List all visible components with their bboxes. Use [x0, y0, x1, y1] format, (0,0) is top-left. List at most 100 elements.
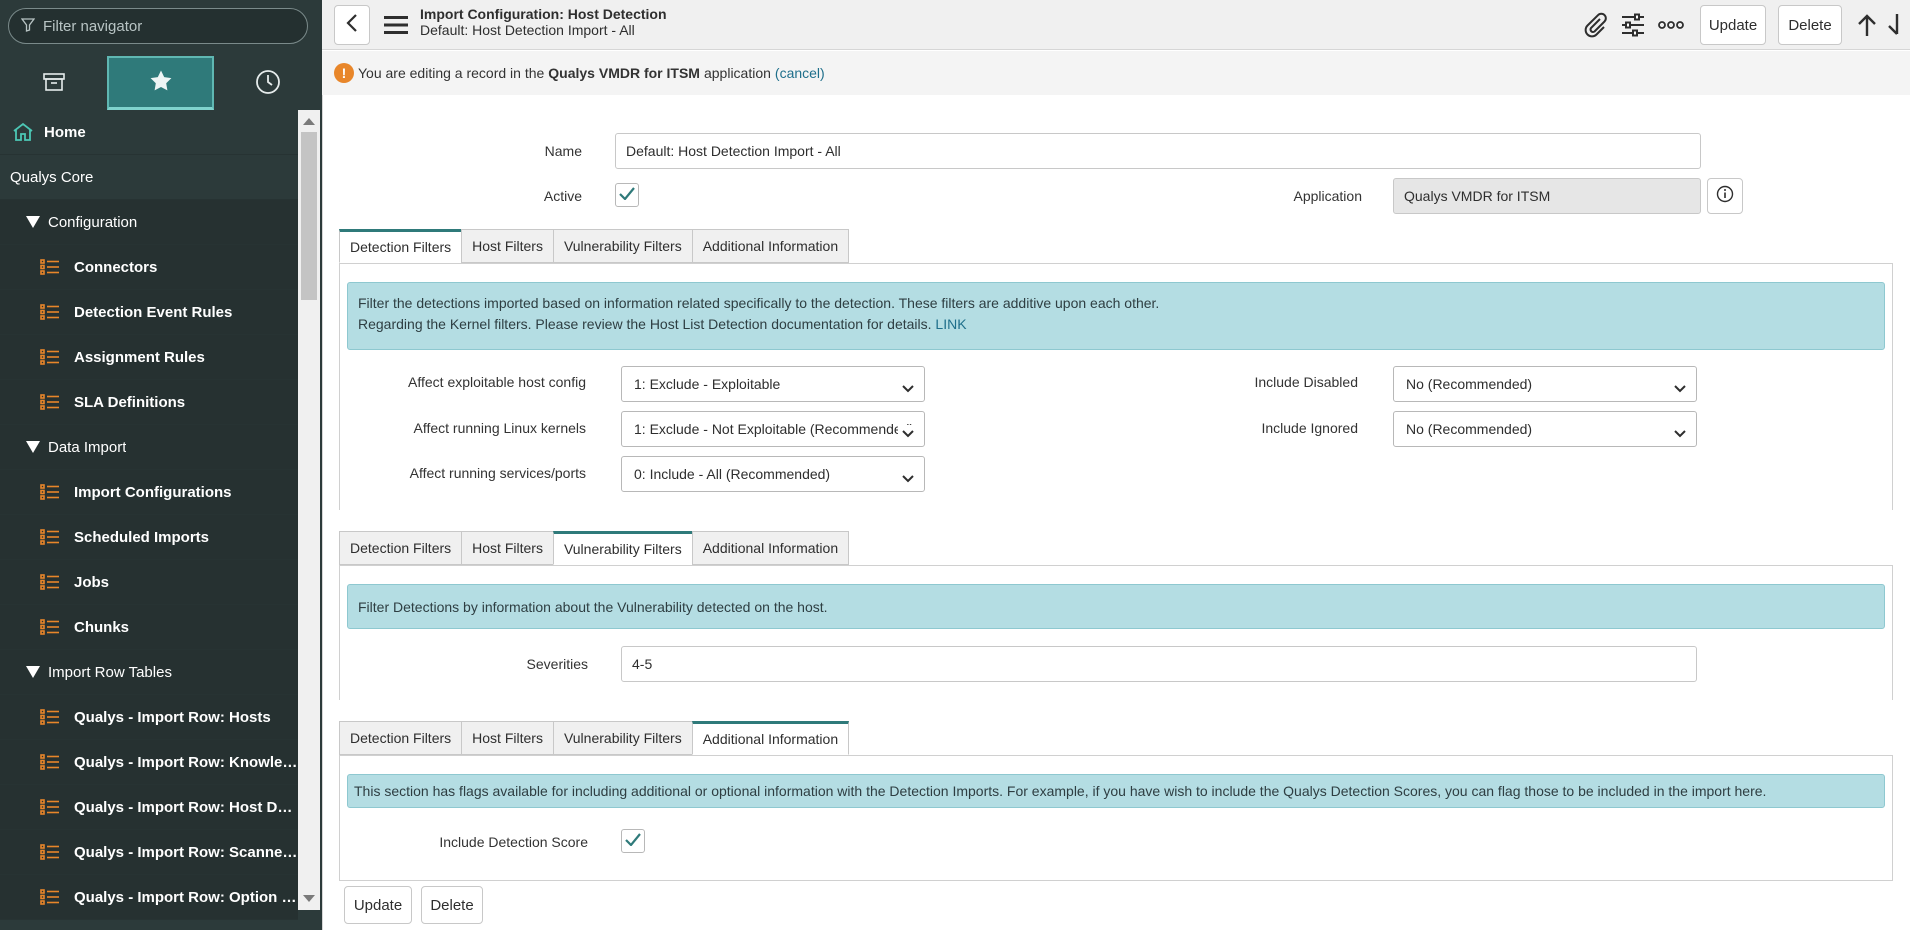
notice-cancel-link[interactable]: (cancel) [775, 65, 825, 81]
list-icon [40, 889, 60, 905]
nav-group-label: Import Row Tables [48, 663, 172, 681]
chevron-left-icon [346, 14, 358, 36]
tab-host-filters[interactable]: Host Filters [461, 531, 553, 565]
nav-item-label: Scheduled Imports [74, 528, 210, 546]
nav-item-import-row-hosts[interactable]: Qualys - Import Row: Hosts [0, 695, 298, 740]
record-title-sub: Default: Host Detection Import - All [420, 22, 635, 38]
nav-item-import-row-knowledgebase[interactable]: Qualys - Import Row: Knowledg... [0, 740, 298, 785]
filter-navigator[interactable] [8, 8, 308, 44]
nav-item-label: SLA Definitions [74, 393, 186, 411]
services-select[interactable]: 0: Include - All (Recommended) [621, 456, 925, 492]
nav-group-configuration[interactable]: Configuration [0, 200, 298, 245]
notice-suffix: application [703, 65, 771, 81]
severities-input[interactable]: 4-5 [621, 646, 1697, 682]
nav-item-scheduled-imports[interactable]: Scheduled Imports [0, 515, 298, 560]
chevron-down-icon [1674, 380, 1686, 396]
application-field: Qualys VMDR for ITSM [1393, 178, 1701, 214]
filter-icon [20, 17, 36, 35]
exploitable-select[interactable]: 1: Exclude - Exploitable [621, 366, 925, 402]
detection-info-line1: Filter the detections imported based on … [358, 295, 1160, 311]
include-disabled-value: No (Recommended) [1406, 376, 1533, 392]
include-ignored-select[interactable]: No (Recommended) [1393, 411, 1697, 447]
nav-home[interactable]: Home [0, 110, 298, 155]
nav-section-label: Qualys Core [10, 168, 94, 186]
footer-update-button[interactable]: Update [344, 886, 412, 924]
back-button[interactable] [334, 5, 370, 45]
home-icon [12, 122, 34, 142]
editing-notice: ! You are editing a record in the Qualys… [322, 51, 1910, 95]
more-options-icon[interactable] [1656, 10, 1686, 40]
tab-additional-information[interactable]: Additional Information [691, 229, 850, 263]
tab-history[interactable] [214, 56, 321, 110]
warning-icon: ! [334, 63, 354, 83]
tab-detection-filters[interactable]: Detection Filters [339, 229, 462, 263]
sliders-icon[interactable] [1618, 10, 1648, 40]
nav-item-jobs[interactable]: Jobs [0, 560, 298, 605]
nav-section-qualys-core[interactable]: Qualys Core [0, 155, 298, 200]
arrow-down-icon[interactable] [1884, 10, 1906, 40]
exploitable-value: 1: Exclude - Exploitable [634, 376, 781, 392]
sidebar-tabs [0, 56, 322, 110]
tabset-vulnerability: Detection Filters Host Filters Vulnerabi… [339, 531, 850, 565]
tab-favorites[interactable] [107, 56, 214, 110]
include-disabled-label: Include Disabled [1254, 374, 1358, 390]
nav-item-label: Qualys - Import Row: Option Pr... [74, 888, 298, 906]
sidebar-scrollbar[interactable] [298, 110, 320, 910]
app-root: Home Qualys Core Configuration Connector… [0, 0, 1910, 930]
chevron-down-icon [898, 425, 914, 441]
tab-additional-information[interactable]: Additional Information [691, 721, 850, 755]
list-icon [40, 349, 60, 365]
paperclip-icon[interactable] [1580, 10, 1610, 40]
include-disabled-select[interactable]: No (Recommended) [1393, 366, 1697, 402]
nav-item-connectors[interactable]: Connectors [0, 245, 298, 290]
nav-item-label: Chunks [74, 618, 130, 636]
tab-vulnerability-filters[interactable]: Vulnerability Filters [552, 721, 692, 755]
nav-group-import-row-tables[interactable]: Import Row Tables [0, 650, 298, 695]
tab-detection-filters[interactable]: Detection Filters [339, 721, 462, 755]
list-icon [40, 619, 60, 635]
filter-navigator-input[interactable] [43, 17, 293, 35]
active-checkbox[interactable] [615, 183, 639, 207]
name-label: Name [544, 143, 582, 159]
scroll-up-arrow-icon[interactable] [303, 118, 315, 125]
tab-additional-information[interactable]: Additional Information [691, 531, 850, 565]
chevron-down-icon [902, 380, 914, 396]
nav-item-sla-definitions[interactable]: SLA Definitions [0, 380, 298, 425]
header-delete-button[interactable]: Delete [1778, 5, 1842, 45]
nav-item-import-configurations[interactable]: Import Configurations [0, 470, 298, 515]
nav-item-detection-event-rules[interactable]: Detection Event Rules [0, 290, 298, 335]
services-value: 0: Include - All (Recommended) [634, 466, 831, 482]
nav-item-label: Qualys - Import Row: Scanner A... [74, 843, 298, 861]
exploitable-label: Affect exploitable host config [408, 374, 586, 390]
list-icon [40, 574, 60, 590]
nav-item-import-row-host-detection[interactable]: Qualys - Import Row: Host Dete... [0, 785, 298, 830]
footer-delete-button[interactable]: Delete [421, 886, 483, 924]
nav-item-import-row-scanner[interactable]: Qualys - Import Row: Scanner A... [0, 830, 298, 875]
nav-item-chunks[interactable]: Chunks [0, 605, 298, 650]
name-input[interactable]: Default: Host Detection Import - All [615, 133, 1701, 169]
application-info-button[interactable] [1707, 178, 1743, 214]
nav-group-data-import[interactable]: Data Import [0, 425, 298, 470]
nav-item-label: Connectors [74, 258, 158, 276]
header-update-button[interactable]: Update [1700, 5, 1766, 45]
record-header: Import Configuration: Host Detection Def… [322, 0, 1910, 50]
tabset-additional: Detection Filters Host Filters Vulnerabi… [339, 721, 850, 755]
hamburger-menu-icon[interactable] [382, 12, 410, 38]
scrollbar-thumb[interactable] [301, 132, 317, 300]
include-detection-score-checkbox[interactable] [621, 829, 645, 853]
nav-item-label: Assignment Rules [74, 348, 205, 366]
tab-vulnerability-filters[interactable]: Vulnerability Filters [552, 531, 692, 565]
star-icon [149, 69, 173, 96]
tab-all-applications[interactable] [0, 56, 107, 110]
host-list-detection-link[interactable]: LINK [935, 316, 966, 332]
scroll-down-arrow-icon[interactable] [303, 895, 315, 902]
notice-app-name: Qualys VMDR for ITSM [548, 65, 700, 81]
tab-detection-filters[interactable]: Detection Filters [339, 531, 462, 565]
nav-item-import-row-option-profile[interactable]: Qualys - Import Row: Option Pr... [0, 875, 298, 920]
kernels-select[interactable]: 1: Exclude - Not Exploitable (Recommende… [621, 411, 925, 447]
tab-host-filters[interactable]: Host Filters [461, 721, 553, 755]
tab-host-filters[interactable]: Host Filters [461, 229, 553, 263]
arrow-up-icon[interactable] [1854, 10, 1880, 40]
nav-item-assignment-rules[interactable]: Assignment Rules [0, 335, 298, 380]
tab-vulnerability-filters[interactable]: Vulnerability Filters [552, 229, 692, 263]
